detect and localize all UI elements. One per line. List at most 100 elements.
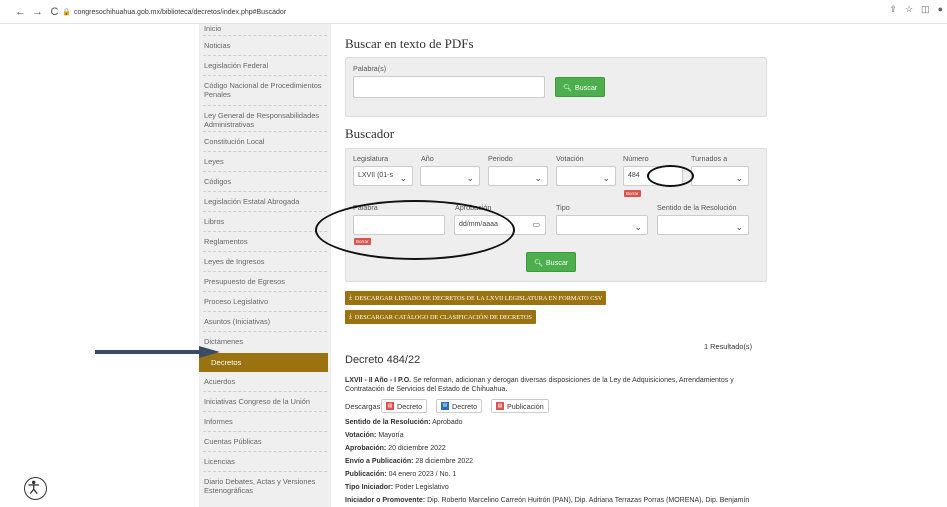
sidebar-item[interactable]: Códigos <box>199 177 331 186</box>
browser-toolbar: ← → C 🔒 congresochihuahua.gob.mx/bibliot… <box>0 0 947 24</box>
sidebar-divider <box>203 55 327 56</box>
anio-select[interactable] <box>420 166 480 187</box>
search-button[interactable]: 🔍︎ Buscar <box>526 252 576 272</box>
annotation-ellipse-numero <box>647 165 694 187</box>
sidebar-divider <box>203 191 327 192</box>
sidebar-item[interactable]: Noticias <box>199 41 331 50</box>
word-label: Palabra(s) <box>353 64 387 73</box>
pdf-word-input[interactable] <box>353 76 545 98</box>
lock-icon: 🔒 <box>62 9 71 16</box>
votacion-select[interactable] <box>556 166 616 187</box>
tipo-select[interactable] <box>556 215 648 236</box>
sidebar-item-label: Decretos <box>211 358 242 367</box>
result-field-key: Iniciador o Promovente: <box>345 497 426 504</box>
url-text: congresochihuahua.gob.mx/biblioteca/decr… <box>74 8 287 16</box>
sidebar-item[interactable]: Asuntos (Iniciativas) <box>199 317 331 326</box>
result-field-key: Envío a Publicación: <box>345 458 414 465</box>
periodo-label: Periodo <box>488 154 513 163</box>
legislatura-label: Legislatura <box>353 154 389 163</box>
result-field-value: 20 diciembre 2022 <box>388 445 446 452</box>
sidebar-divider <box>203 291 327 292</box>
result-field-value: Mayoría <box>378 432 404 439</box>
result-field-key: Sentido de la Resolución: <box>345 419 431 426</box>
calendar-icon[interactable]: ▭ <box>532 216 540 234</box>
numero-label: Número <box>623 154 649 163</box>
star-icon[interactable]: ☆ <box>905 4 913 15</box>
sidebar-divider <box>203 251 327 252</box>
reload-icon[interactable]: C <box>48 4 61 20</box>
sidebar-item[interactable]: Presupuesto de Egresos <box>199 277 331 286</box>
sidebar-item[interactable]: Cuentas Públicas <box>199 437 331 446</box>
download-icon: ⤓ <box>349 313 352 320</box>
sidebar-item[interactable]: Diario Debates, Actas y Versiones Esteno… <box>199 477 331 495</box>
sidepanel-icon[interactable]: ◫ <box>921 4 930 15</box>
result-field-key: Aprobación: <box>345 445 387 452</box>
sidebar-item[interactable]: Constitución Local <box>199 137 331 146</box>
result-field-key: Votación: <box>345 432 377 439</box>
sidebar-divider <box>203 131 327 132</box>
sidebar-item[interactable]: Ley General de Responsabilidades Adminis… <box>199 111 331 129</box>
periodo-select[interactable] <box>488 166 548 187</box>
anio-label: Año <box>421 154 434 163</box>
sidebar-divider <box>203 105 327 106</box>
word-icon: W <box>441 402 449 410</box>
sidebar-item[interactable]: Iniciativas Congreso de la Unión <box>199 397 331 406</box>
sidebar-divider <box>203 211 327 212</box>
sentido-select[interactable] <box>657 215 749 236</box>
share-icon[interactable]: ⇪ <box>889 4 897 15</box>
forward-icon[interactable]: → <box>31 4 44 20</box>
sidebar-divider <box>203 35 327 36</box>
result-field: Publicación: 04 enero 2023 / No. 1 <box>345 471 456 478</box>
sidebar-item[interactable]: Acuerdos <box>199 377 331 386</box>
sidebar-item[interactable]: Inicio <box>199 24 331 33</box>
result-field-key: Publicación: <box>345 471 387 478</box>
accessibility-icon[interactable] <box>24 477 47 500</box>
pdf-search-title: Buscar en texto de PDFs <box>345 36 474 51</box>
result-field-value: 28 diciembre 2022 <box>415 458 474 465</box>
pdf-icon: ▤ <box>496 402 504 410</box>
sentido-label: Sentido de la Resolución <box>657 203 737 212</box>
sidebar-item[interactable]: Proceso Legislativo <box>199 297 331 306</box>
profile-icon[interactable]: ● <box>938 4 943 15</box>
download-icon: ⤓ <box>349 294 352 301</box>
sidebar-item[interactable]: Legislación Federal <box>199 61 331 70</box>
sidebar-divider <box>203 151 327 152</box>
pdf-search-button[interactable]: 🔍︎ Buscar <box>555 77 605 97</box>
result-field: Envío a Publicación: 28 diciembre 2022 <box>345 458 473 465</box>
result-field-value: Poder Legislativo <box>395 484 449 491</box>
sidebar-divider <box>203 271 327 272</box>
search-icon: 🔍︎ <box>562 82 572 92</box>
decreto-word-button[interactable]: W Decreto <box>436 399 483 413</box>
annotation-ellipse-palabra <box>315 200 515 260</box>
legislatura-select[interactable]: LXVII (01-s <box>353 166 413 187</box>
sidebar-item[interactable]: Licencias <box>199 457 331 466</box>
download-csv-button[interactable]: ⤓ DESCARGAR LISTADO DE DECRETOS DE LA LX… <box>345 291 607 305</box>
search-icon: 🔍︎ <box>533 257 543 267</box>
sidebar-item[interactable]: Reglamentos <box>199 237 331 246</box>
sidebar-item[interactable]: Leyes de Ingresos <box>199 257 331 266</box>
publicacion-pdf-button[interactable]: ▤ Publicación <box>491 399 549 413</box>
sidebar-divider <box>203 311 327 312</box>
sidebar-item[interactable]: Leyes <box>199 157 331 166</box>
sidebar-item[interactable]: Legislación Estatal Abrogada <box>199 197 331 206</box>
result-field-value: Dip. Roberto Marcelino Carreón Huitrón (… <box>427 497 750 504</box>
download-catalog-button[interactable]: ⤓ DESCARGAR CATÁLOGO DE CLASIFICACIÓN DE… <box>345 310 536 324</box>
sidebar-item[interactable]: Código Nacional de Procedimientos Penale… <box>199 81 331 99</box>
back-icon[interactable]: ← <box>14 4 27 20</box>
downloads-label: Descargas: <box>345 402 383 411</box>
result-title[interactable]: Decreto 484/22 <box>345 354 420 366</box>
turnados-select[interactable] <box>691 166 749 187</box>
sidebar-item[interactable]: Dictámenes <box>199 337 331 346</box>
result-field-value: Aprobado <box>432 419 463 426</box>
numero-clear-button[interactable]: Borrar <box>624 190 641 197</box>
result-field: Aprobación: 20 diciembre 2022 <box>345 445 446 452</box>
result-summary: LXVII - II Año - I P.O. Se reforman, adi… <box>345 377 734 393</box>
result-field: Iniciador o Promovente: Dip. Roberto Mar… <box>345 497 749 504</box>
sidebar-item[interactable]: Libros <box>199 217 331 226</box>
address-bar[interactable]: 🔒 congresochihuahua.gob.mx/biblioteca/de… <box>62 4 286 20</box>
sidebar-item[interactable]: Informes <box>199 417 331 426</box>
result-field: Votación: Mayoría <box>345 432 404 439</box>
result-count: 1 Resultado(s) <box>704 342 753 351</box>
decreto-pdf-button[interactable]: ▤ Decreto <box>381 399 428 413</box>
votacion-label: Votación <box>556 154 584 163</box>
